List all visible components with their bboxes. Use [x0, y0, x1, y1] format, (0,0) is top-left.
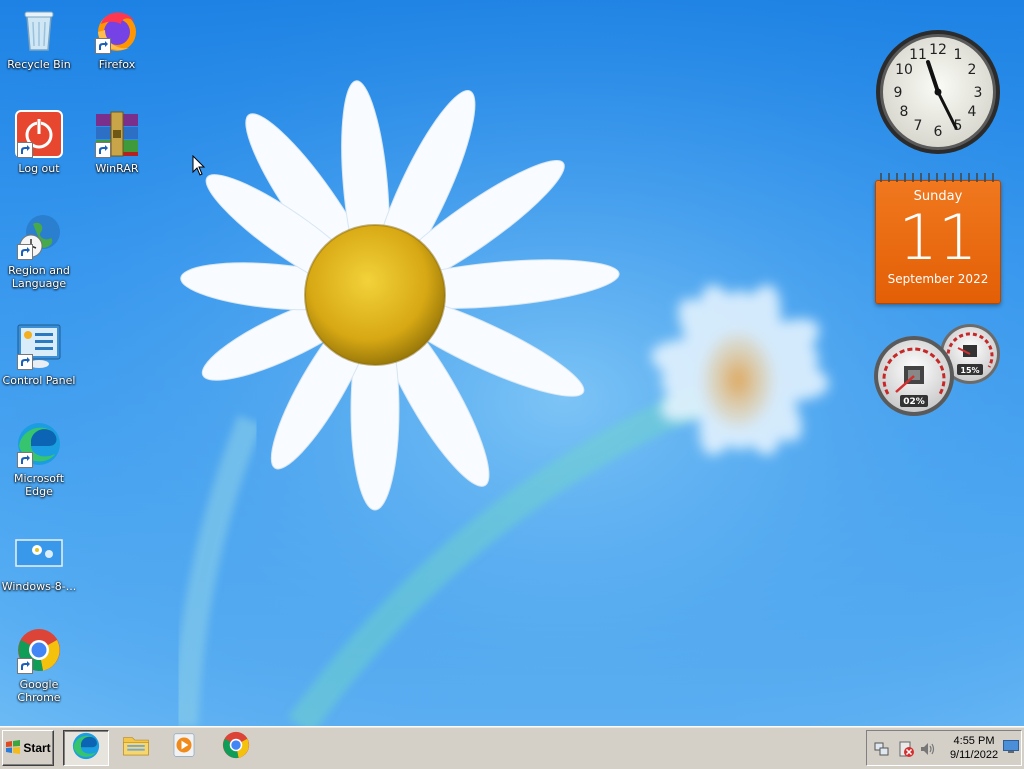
calendar-rings: [875, 168, 1001, 182]
desktop-icon-log-out[interactable]: Log out: [0, 110, 78, 175]
calendar-gadget[interactable]: Sunday 11 September 2022: [875, 168, 1001, 304]
desktop-icon-label: Google Chrome: [17, 678, 61, 704]
memory-percent: 15%: [960, 366, 979, 375]
desktop-icon-firefox[interactable]: Firefox: [78, 6, 156, 71]
clock-hour-3: 3: [974, 85, 983, 101]
taskbar: Start 4:55 PM 9/11/2022: [0, 726, 1024, 769]
clock-hour-10: 10: [895, 62, 913, 78]
clock-hour-2: 2: [968, 62, 977, 78]
clock-gadget[interactable]: 12 1 2 3 4 5 6 7 8 9 10 11: [874, 28, 1002, 156]
folder-icon: [121, 730, 151, 764]
cpu-percent: 02%: [903, 397, 925, 407]
power-icon: [15, 110, 63, 158]
clock-hour-8: 8: [900, 104, 909, 120]
desktop-icon-google-chrome[interactable]: Google Chrome: [0, 626, 78, 704]
clock-hour-4: 4: [968, 104, 977, 120]
clock-hour-9: 9: [894, 85, 903, 101]
desktop-icon-label: WinRAR: [95, 162, 139, 175]
mouse-cursor-icon: [192, 154, 206, 177]
globe-clock-icon: [15, 212, 63, 260]
calendar-page: Sunday 11 September 2022: [875, 180, 1001, 304]
shortcut-arrow-icon: [17, 354, 33, 370]
edge-icon: [71, 731, 101, 765]
clock-hour-12: 12: [929, 42, 947, 58]
desktop-icon-label: Recycle Bin: [7, 58, 71, 71]
taskbar-app-chrome[interactable]: [214, 730, 258, 764]
desktop-icon-label: Microsoft Edge: [13, 472, 65, 498]
volume-icon[interactable]: [919, 740, 937, 758]
shortcut-arrow-icon: [17, 452, 33, 468]
media-player-icon: [169, 730, 199, 764]
desktop-icon-label: Windows-8-...: [1, 580, 77, 593]
desktop-icon-label: Log out: [18, 162, 60, 175]
desktop-icon-label: Region and Language: [8, 264, 70, 290]
shortcut-arrow-icon: [17, 244, 33, 260]
winrar-icon: [93, 110, 141, 158]
taskbar-app-media-player[interactable]: [162, 730, 206, 764]
calendar-day-number: 11: [898, 201, 978, 274]
cpu-meter-gadget[interactable]: 15% 02%: [874, 320, 1002, 418]
show-desktop-button[interactable]: [1003, 739, 1019, 753]
clock-hour-7: 7: [914, 118, 923, 134]
chrome-icon: [15, 626, 63, 674]
start-label: Start: [23, 741, 51, 755]
firefox-icon: [93, 6, 141, 54]
desktop-icon-windows-8-image[interactable]: Windows-8-...: [0, 528, 78, 593]
desktop-icon-region-language[interactable]: Region and Language: [0, 212, 78, 290]
desktop-icon-label: Control Panel: [2, 374, 76, 387]
tray-clock[interactable]: 4:55 PM 9/11/2022: [939, 734, 1009, 762]
system-tray: 4:55 PM 9/11/2022: [866, 730, 1022, 766]
image-file-icon: [15, 528, 63, 576]
chrome-icon: [221, 730, 251, 764]
taskbar-app-edge[interactable]: [63, 730, 109, 766]
clock-hour-11: 11: [909, 47, 927, 63]
calendar-month-year: September 2022: [887, 272, 989, 286]
control-panel-icon: [15, 322, 63, 370]
network-icon[interactable]: [873, 740, 891, 758]
tray-date: 9/11/2022: [949, 749, 999, 761]
desktop-icon-control-panel[interactable]: Control Panel: [0, 322, 78, 387]
desktop-icon-winrar[interactable]: WinRAR: [78, 110, 156, 175]
edge-icon: [15, 420, 63, 468]
shortcut-arrow-icon: [17, 142, 33, 158]
desktop-wallpaper: [0, 0, 1024, 726]
shortcut-arrow-icon: [17, 658, 33, 674]
desktop-icon-microsoft-edge[interactable]: Microsoft Edge: [0, 420, 78, 498]
desktop-icon-label: Firefox: [98, 58, 136, 71]
shortcut-arrow-icon: [95, 38, 111, 54]
clock-hour-1: 1: [954, 47, 963, 63]
security-alert-icon[interactable]: [897, 740, 915, 758]
windows-logo-icon: [5, 739, 21, 758]
taskbar-app-file-explorer[interactable]: [114, 730, 158, 764]
start-button[interactable]: Start: [2, 730, 54, 766]
recycle-bin-icon: [15, 6, 63, 54]
clock-hour-6: 6: [934, 124, 943, 140]
shortcut-arrow-icon: [95, 142, 111, 158]
desktop-icon-recycle-bin[interactable]: Recycle Bin: [0, 6, 78, 71]
tray-time: 4:55 PM: [953, 735, 995, 747]
